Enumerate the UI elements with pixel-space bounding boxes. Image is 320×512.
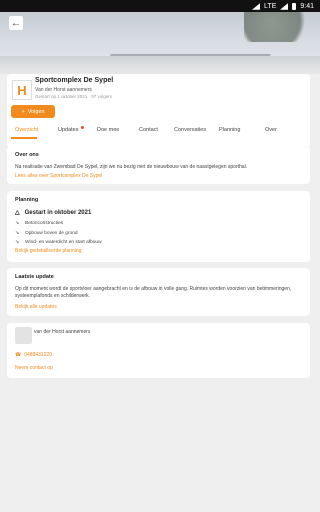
status-bar: LTE 9:41 [0, 0, 320, 12]
planning-item: ↘ Wind- en waterdicht en start afbouw [15, 238, 302, 248]
about-card: Over ons Na realisatie van Zwembad De Sy… [7, 146, 310, 184]
network-label: LTE [264, 2, 277, 10]
planning-current-label: Gestart in oktober 2021 [24, 209, 92, 216]
planning-item: ↘ Betonconstructies [15, 219, 302, 229]
signal-icon [280, 2, 289, 10]
latest-update-text: Op dit moment wordt de sportvloer aangeb… [15, 286, 292, 299]
follow-button[interactable]: + Volgen [11, 105, 55, 118]
building-shape [0, 56, 320, 74]
arrow-down-right-icon: ↘ [15, 230, 20, 236]
arrow-left-icon: ← [11, 17, 21, 29]
tab-over[interactable]: Over [265, 127, 277, 133]
phone-icon: ☎ [15, 352, 22, 358]
project-cover-image [0, 12, 320, 74]
planning-title: Planning [15, 197, 39, 203]
tab-overzicht[interactable]: Overzicht [15, 127, 38, 133]
planning-link[interactable]: Bekijk gedetailleerde planning [15, 248, 81, 254]
contact-card: van der Horst aannemers ☎ 0488431220 Nee… [7, 323, 310, 378]
about-title: Over ons [15, 152, 39, 158]
battery-icon [292, 2, 297, 10]
construction-icon: △ [15, 210, 20, 216]
clock: 9:41 [300, 2, 314, 10]
tab-contact[interactable]: Contact [139, 127, 158, 133]
tab-conversaties[interactable]: Conversaties [174, 127, 206, 133]
project-header: H Sportcomplex De Sypel Van der Horst aa… [7, 74, 310, 148]
avatar [15, 327, 32, 344]
tab-bar: Overzicht Updates Doe mee Contact Conver… [7, 126, 310, 141]
planning-item-label: Wind- en waterdicht en start afbouw [25, 240, 102, 246]
project-logo: H [12, 80, 32, 100]
planning-card: Planning △ Gestart in oktober 2021 ↘ Bet… [7, 191, 310, 262]
planning-item-label: Betonconstructies [25, 221, 64, 227]
wifi-icon [252, 2, 261, 10]
latest-update-title: Laatste update [15, 274, 54, 280]
back-button[interactable]: ← [9, 16, 23, 30]
about-link[interactable]: Lees alles over Sportcomplex De Sypel [15, 173, 102, 179]
tab-doe-mee[interactable]: Doe mee [97, 127, 119, 133]
contact-link[interactable]: Neem contact op [15, 365, 53, 371]
logo-icon: H [17, 82, 27, 98]
all-updates-link[interactable]: Bekijk alle updates [15, 304, 57, 310]
planning-current: △ Gestart in oktober 2021 [15, 209, 302, 217]
latest-update-card: Laatste update Op dit moment wordt de sp… [7, 268, 310, 316]
arrow-down-right-icon: ↘ [15, 221, 20, 227]
phone-link[interactable]: ☎ 0488431220 [15, 352, 52, 358]
follow-label: Volgen [27, 108, 45, 115]
project-title: Sportcomplex De Sypel [35, 77, 114, 84]
arrow-down-right-icon: ↘ [15, 240, 20, 246]
tab-updates[interactable]: Updates [58, 127, 79, 133]
about-text: Na realisatie van Zwembad De Sypel, zijn… [15, 164, 248, 170]
contact-name: van der Horst aannemers [34, 329, 91, 335]
plus-icon: + [21, 108, 25, 115]
tree-shape [244, 12, 314, 42]
planning-item: ↘ Opbouw boven de grond [15, 229, 302, 239]
tab-planning[interactable]: Planning [219, 127, 240, 133]
active-tab-indicator [11, 137, 37, 139]
project-meta: Gestart op 1 oktober 2021 · 97 volgers [35, 94, 113, 99]
planning-item-label: Opbouw boven de grond [25, 230, 78, 236]
project-organization: Van der Horst aannemers [35, 87, 92, 93]
unread-dot [81, 126, 84, 129]
phone-number: 0488431220 [24, 352, 53, 358]
